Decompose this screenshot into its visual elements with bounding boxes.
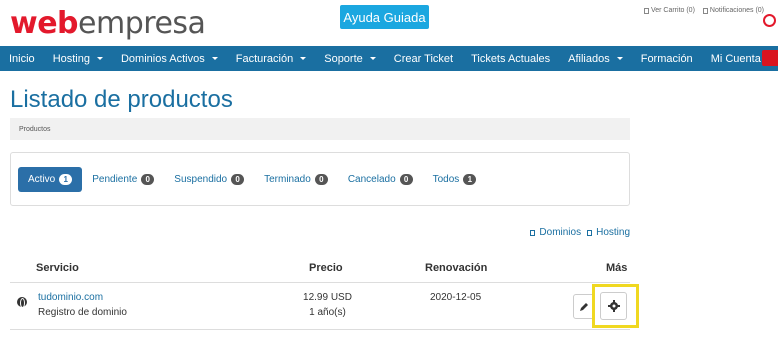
logo-part2: empresa xyxy=(78,6,206,41)
status-filters: Activo 1 Pendiente 0 Suspendido 0 Terminado 0 Ca… xyxy=(10,152,630,206)
nav-item-tickets-actuales[interactable]: Tickets Actuales xyxy=(462,46,559,71)
account-circle-icon[interactable] xyxy=(763,14,776,27)
filter-cancelado[interactable]: Cancelado 0 xyxy=(338,167,423,192)
col-renewal[interactable]: Renovación xyxy=(425,262,487,274)
renewal-date: 2020-12-05 xyxy=(430,292,482,303)
nav-label: Inicio xyxy=(9,52,35,65)
nav-item-inicio[interactable]: Inicio xyxy=(0,46,44,71)
caret-down-icon xyxy=(616,57,623,60)
breadcrumb-item[interactable]: Productos xyxy=(19,126,51,133)
gear-icon xyxy=(607,300,620,312)
main-nav: Inicio Hosting Dominios Activos Facturación… xyxy=(0,46,778,71)
pencil-icon xyxy=(580,302,588,311)
col-more: Más xyxy=(606,262,628,274)
logo[interactable]: webempresa xyxy=(10,6,206,41)
hosting-icon xyxy=(587,229,593,236)
nav-label: Facturación xyxy=(235,52,294,65)
count-badge: 0 xyxy=(314,173,328,185)
filter-label: Todos xyxy=(432,173,460,185)
nav-item-crear-ticket[interactable]: Crear Ticket xyxy=(385,46,462,71)
nav-red-button[interactable] xyxy=(762,50,778,66)
price-value: 12.99 USD xyxy=(303,292,352,303)
filter-label: Activo xyxy=(28,173,56,185)
caret-down-icon xyxy=(300,57,307,60)
logo-part1: web xyxy=(10,6,79,41)
col-service[interactable]: Servicio xyxy=(36,262,79,274)
notifications-link[interactable]: Notificaciones (0) xyxy=(702,7,764,14)
top-links: Ver Carrito (0) Notificaciones (0) xyxy=(643,7,764,14)
help-button[interactable]: Ayuda Guiada xyxy=(340,5,429,29)
cart-label: Ver Carrito (0) xyxy=(650,7,695,14)
domain-link[interactable]: tudominio.com xyxy=(38,292,103,303)
cart-link[interactable]: Ver Carrito (0) xyxy=(643,7,695,14)
nav-item-soporte[interactable]: Soporte xyxy=(315,46,385,71)
filter-todos[interactable]: Todos 1 xyxy=(423,167,487,192)
filter-label: Cancelado xyxy=(347,173,396,185)
hosting-link[interactable]: Hosting xyxy=(587,227,630,238)
billing-cycle: 1 año(s) xyxy=(309,307,346,318)
filter-suspendido[interactable]: Suspendido 0 xyxy=(164,167,254,192)
nav-label: Mi Cuenta xyxy=(710,52,761,65)
nav-item-dominios-activos[interactable]: Dominios Activos xyxy=(112,46,227,71)
nav-label: Dominios Activos xyxy=(120,52,205,65)
products-table: Servicio Precio Renovación Más tudominio… xyxy=(10,255,639,330)
nav-item-facturacion[interactable]: Facturación xyxy=(227,46,315,71)
nav-label: Tickets Actuales xyxy=(471,52,551,65)
service-description: Registro de dominio xyxy=(38,307,127,318)
filter-activo[interactable]: Activo 1 xyxy=(18,166,83,192)
count-badge: 1 xyxy=(463,173,477,185)
bell-icon xyxy=(702,7,708,14)
filter-label: Terminado xyxy=(264,173,311,185)
caret-down-icon xyxy=(96,57,103,60)
domains-label: Dominios xyxy=(539,227,582,238)
globe-icon xyxy=(17,297,27,308)
nav-label: Hosting xyxy=(52,52,90,65)
nav-label: Formación xyxy=(640,52,693,65)
nav-label: Crear Ticket xyxy=(393,52,454,65)
nav-item-afiliados[interactable]: Afiliados xyxy=(559,46,632,71)
nav-item-formacion[interactable]: Formación xyxy=(632,46,702,71)
nav-item-hosting[interactable]: Hosting xyxy=(44,46,112,71)
nav-label: Soporte xyxy=(324,52,363,65)
nav-label: Afiliados xyxy=(568,52,610,65)
type-links: Dominios Hosting xyxy=(530,227,630,238)
count-badge: 0 xyxy=(399,173,413,185)
page-title: Listado de productos xyxy=(10,86,233,113)
filter-label: Suspendido xyxy=(174,173,228,185)
settings-button[interactable] xyxy=(600,292,627,320)
table-row[interactable]: tudominio.com Registro de dominio 12.99 … xyxy=(10,283,639,330)
hosting-label: Hosting xyxy=(596,227,630,238)
count-badge: 0 xyxy=(231,173,245,185)
count-badge: 1 xyxy=(59,173,73,185)
col-price[interactable]: Precio xyxy=(309,262,343,274)
filter-pendiente[interactable]: Pendiente 0 xyxy=(82,167,164,192)
cart-icon xyxy=(643,7,649,14)
table-header: Servicio Precio Renovación Más xyxy=(10,255,630,283)
domains-icon xyxy=(530,229,536,236)
domains-link[interactable]: Dominios xyxy=(530,227,581,238)
filter-label: Pendiente xyxy=(92,173,138,185)
breadcrumb: Productos xyxy=(10,118,630,140)
caret-down-icon xyxy=(211,57,218,60)
filter-terminado[interactable]: Terminado 0 xyxy=(254,167,338,192)
caret-down-icon xyxy=(369,57,376,60)
count-badge: 0 xyxy=(141,173,155,185)
notifications-label: Notificaciones (0) xyxy=(709,7,764,14)
